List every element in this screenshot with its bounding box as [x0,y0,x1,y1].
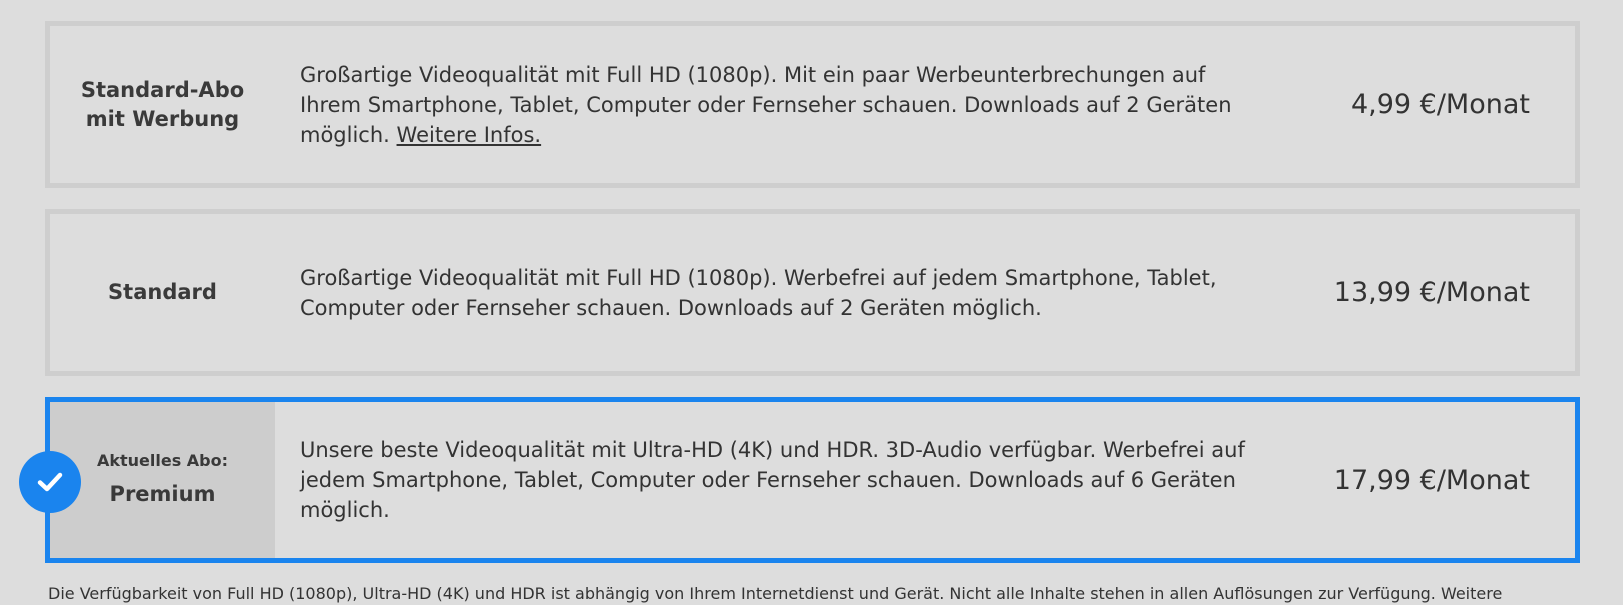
plan-name: Premium [109,482,216,506]
plan-description: Großartige Videoqualität mit Full HD (10… [275,26,1305,183]
plan-price: 17,99 €/Monat [1333,464,1530,496]
availability-footnote: Die Verfügbarkeit von Full HD (1080p), U… [48,584,1503,603]
plan-name-cell: Standard-Abo mit Werbung [50,26,275,183]
current-plan-label: Aktuelles Abo: [96,451,229,470]
plan-price: 4,99 €/Monat [1350,89,1530,120]
plan-name-cell: Aktuelles Abo: Premium [50,402,275,558]
plan-description-text: Unsere beste Videoqualität mit Ultra-HD … [300,438,1245,522]
plan-list: Standard-Abo mit Werbung Großartige Vide… [45,21,1580,563]
plan-name: Standard-Abo mit Werbung [80,77,245,131]
plan-description-text: Großartige Videoqualität mit Full HD (10… [300,265,1217,320]
plan-card-standard-with-ads[interactable]: Standard-Abo mit Werbung Großartige Vide… [45,21,1580,188]
plan-price: 13,99 €/Monat [1333,277,1530,308]
selected-check-badge [19,451,81,513]
plan-card-standard[interactable]: Standard Großartige Videoqualität mit Fu… [45,209,1580,376]
plan-card-premium-selected[interactable]: Aktuelles Abo: Premium Unsere beste Vide… [45,397,1580,563]
plan-name-cell: Standard [50,214,275,371]
check-icon [37,472,63,492]
plan-name: Standard [108,280,217,304]
plan-description: Großartige Videoqualität mit Full HD (10… [275,214,1305,371]
plan-description: Unsere beste Videoqualität mit Ultra-HD … [275,402,1305,558]
more-info-link[interactable]: Weitere Infos. [397,123,542,147]
